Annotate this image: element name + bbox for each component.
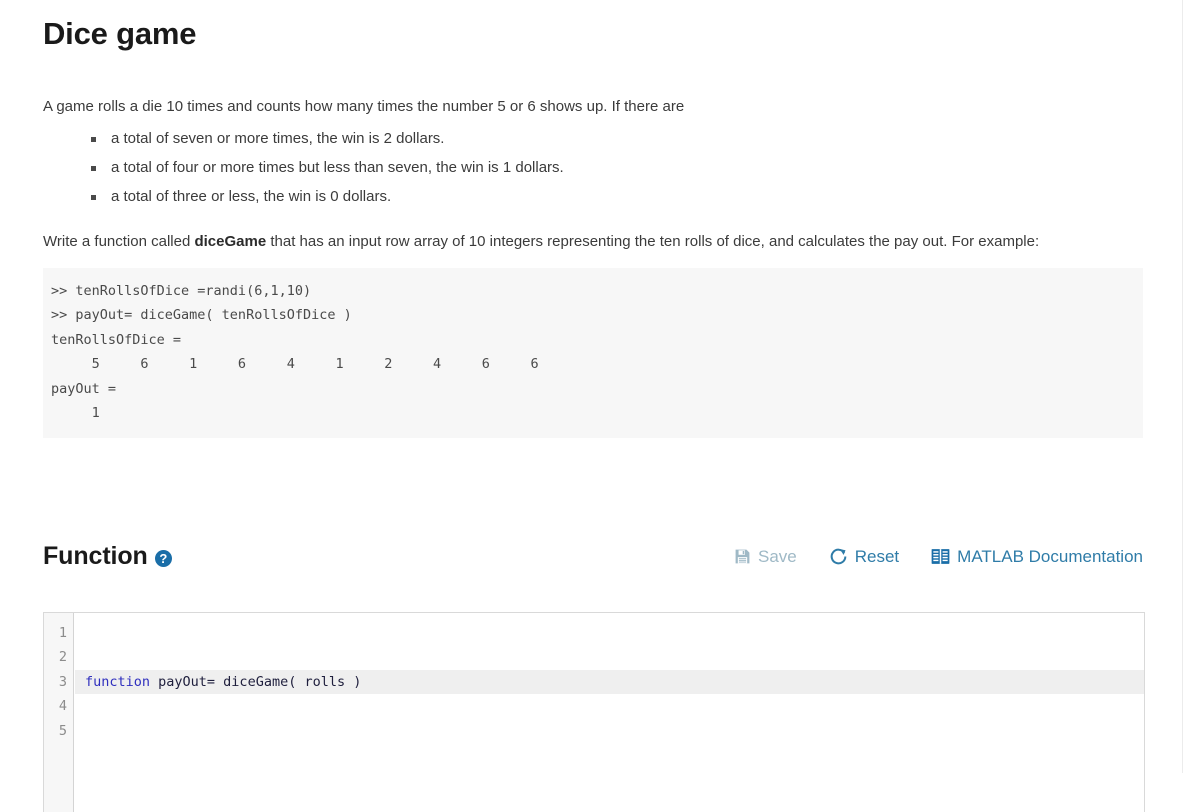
rules-list: a total of seven or more times, the win …	[43, 131, 1143, 204]
code-line-1-rest: payOut= diceGame( rolls )	[150, 673, 362, 690]
function-section-header: Function ? Save Reset MATLAB Documentati…	[43, 542, 1143, 582]
task-text-after: that has an input row array of 10 intege…	[266, 233, 1040, 251]
matlab-documentation-link[interactable]: MATLAB Documentation	[931, 547, 1143, 567]
question-mark-circle-icon[interactable]: ?	[154, 549, 172, 567]
page-title: Dice game	[43, 16, 197, 51]
save-disk-icon	[734, 548, 751, 565]
refresh-circular-arrow-icon	[829, 547, 848, 566]
reset-button[interactable]: Reset	[829, 547, 899, 567]
line-number-gutter: 1 2 3 4 5	[44, 612, 74, 812]
problem-intro-text: A game rolls a die 10 times and counts h…	[43, 97, 685, 115]
line-number: 5	[58, 722, 67, 739]
line-number: 3	[58, 673, 67, 690]
function-heading-label: Function	[43, 541, 148, 570]
list-item: a total of four or more times but less t…	[91, 160, 1143, 175]
code-line-2[interactable]	[85, 743, 1144, 768]
example-console-output: >> tenRollsOfDice =randi(6,1,10) >> payO…	[43, 267, 1143, 438]
keyword-function: function	[85, 673, 151, 690]
code-area[interactable]: function payOut= diceGame( rolls ) % You…	[75, 613, 1144, 812]
save-button-label: Save	[758, 546, 797, 566]
reset-button-label: Reset	[854, 546, 900, 566]
task-text-before: Write a function called	[43, 233, 195, 251]
matlab-documentation-label: MATLAB Documentation	[957, 546, 1143, 566]
list-item: a total of seven or more times, the win …	[91, 131, 1143, 146]
code-line-1[interactable]: function payOut= diceGame( rolls )	[75, 669, 1144, 695]
function-toolbar: Save Reset MATLAB Documentation	[734, 547, 1143, 567]
line-number: 4	[58, 698, 67, 715]
task-description: Write a function called diceGame that ha…	[43, 230, 1103, 253]
line-number: 1	[58, 624, 67, 641]
problem-page: Dice game A game rolls a die 10 times an…	[0, 0, 1200, 812]
open-book-icon	[931, 548, 950, 565]
page-edge-divider	[1182, 0, 1183, 773]
save-button[interactable]: Save	[734, 547, 797, 567]
page-content: Dice game A game rolls a die 10 times an…	[43, 0, 1145, 812]
list-item: a total of three or less, the win is 0 d…	[91, 189, 1143, 204]
function-heading: Function ?	[43, 542, 172, 571]
line-number: 2	[58, 649, 67, 666]
function-name-emphasis: diceGame	[194, 233, 267, 251]
code-editor[interactable]: 1 2 3 4 5 function payOut= diceGame( rol…	[43, 611, 1145, 812]
